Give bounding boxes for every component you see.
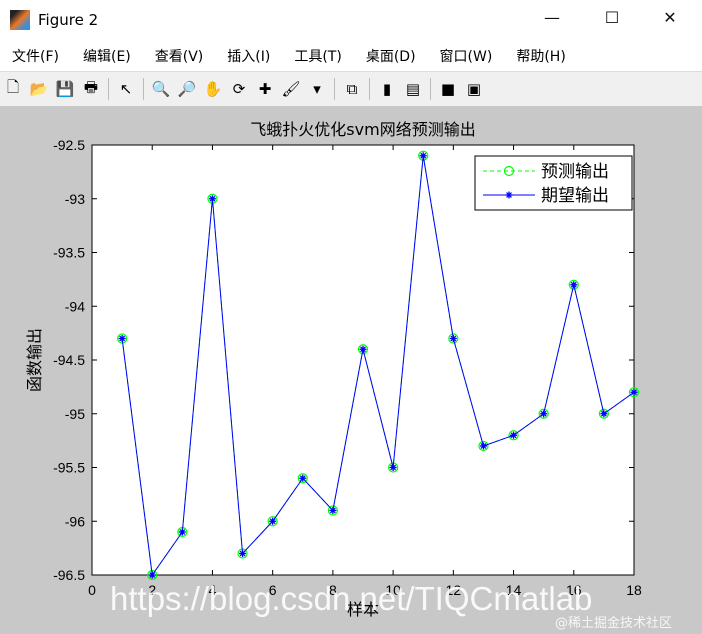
chart-title: 飞蛾扑火优化svm网络预测输出: [250, 120, 475, 139]
toolbar-separator: [430, 78, 431, 100]
y-tick-label: -96: [65, 513, 85, 529]
toolbar-separator: [108, 78, 109, 100]
hide-plot-tools-icon[interactable]: ■: [438, 79, 458, 99]
save-icon[interactable]: 💾: [55, 79, 75, 99]
y-axis-label: 函数输出: [25, 328, 44, 392]
watermark: https://blog.csdn.net/TIQCmatlab: [110, 580, 593, 617]
y-tick-label: -94: [65, 298, 85, 314]
dropdown-arrow-icon[interactable]: ▾: [307, 79, 327, 99]
menu-bar: 文件(F) 编辑(E) 查看(V) 插入(I) 工具(T) 桌面(D) 窗口(W) 帮助(H): [0, 40, 702, 71]
y-tick-label: -92.5: [53, 137, 85, 153]
show-plot-tools-icon[interactable]: ▣: [464, 79, 484, 99]
menu-item-2[interactable]: 查看(V): [155, 46, 204, 66]
data-cursor-icon[interactable]: ✚: [255, 79, 275, 99]
toolbar: 🗋 📂 💾 🖶 ↖ 🔍 🔎 ✋ ⟳ ✚ 🖌 ▾ ⧉ ▮ ▤ ■ ▣: [0, 71, 702, 106]
close-button[interactable]: ✕: [650, 8, 690, 32]
toolbar-separator: [143, 78, 144, 100]
x-tick-label: 0: [88, 582, 96, 598]
rotate-3d-icon[interactable]: ⟳: [229, 79, 249, 99]
zoom-out-icon[interactable]: 🔎: [177, 79, 197, 99]
legend-icon[interactable]: ▤: [403, 79, 423, 99]
pointer-icon[interactable]: ↖: [116, 79, 136, 99]
toolbar-separator: [334, 78, 335, 100]
menu-item-0[interactable]: 文件(F): [12, 46, 59, 66]
link-plot-icon[interactable]: ⧉: [342, 79, 362, 99]
pan-hand-icon[interactable]: ✋: [203, 79, 223, 99]
y-tick-label: -95.5: [53, 460, 85, 476]
matlab-logo-icon: [10, 10, 30, 30]
menu-item-5[interactable]: 桌面(D): [366, 46, 416, 66]
maximize-button[interactable]: ☐: [592, 8, 632, 32]
brush-icon[interactable]: 🖌: [281, 79, 301, 99]
legend-label-0: 预测输出: [541, 162, 609, 182]
zoom-in-icon[interactable]: 🔍: [151, 79, 171, 99]
new-file-icon[interactable]: 🗋: [3, 78, 23, 99]
toolbar-separator: [369, 78, 370, 100]
colorbar-icon[interactable]: ▮: [377, 79, 397, 99]
y-tick-label: -93.5: [53, 245, 85, 261]
y-tick-label: -96.5: [53, 567, 85, 583]
x-tick-label: 18: [626, 582, 642, 598]
print-icon[interactable]: 🖶: [81, 78, 101, 99]
menu-item-6[interactable]: 窗口(W): [440, 46, 493, 66]
figure-canvas: 0 2 4 6 8 10 12 14 16 18-92.5-93-93.5-94-94.5-95-…: [25, 120, 642, 619]
window-title: Figure 2: [38, 11, 99, 29]
y-tick-label: -94.5: [53, 352, 85, 368]
y-tick-label: -95: [65, 406, 85, 422]
menu-item-3[interactable]: 插入(I): [227, 46, 270, 66]
minimize-button[interactable]: —: [532, 8, 572, 32]
open-folder-icon[interactable]: 📂: [29, 79, 49, 99]
menu-item-1[interactable]: 编辑(E): [83, 46, 131, 66]
watermark-secondary: @稀土掘金技术社区: [555, 616, 673, 631]
y-tick-label: -93: [65, 191, 85, 207]
title-bar: Figure 2 — ☐ ✕: [0, 0, 702, 40]
menu-item-4[interactable]: 工具(T): [294, 46, 341, 66]
legend-label-1: 期望输出: [541, 186, 609, 206]
menu-item-7[interactable]: 帮助(H): [516, 46, 565, 66]
